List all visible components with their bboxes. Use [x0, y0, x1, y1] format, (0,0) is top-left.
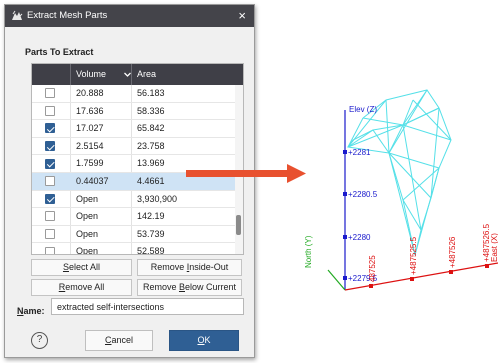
extract-mesh-parts-dialog: Extract Mesh Parts × Parts To Extract Vo…: [4, 4, 255, 358]
east-tick-mark: [449, 270, 453, 274]
east-tick-mark: [410, 277, 414, 281]
area-cell: 13.969: [137, 158, 165, 169]
east-tick-label: 487525: [368, 255, 377, 282]
elevation-axis-label: Elev (Z): [349, 105, 377, 114]
east-tick-label: +487525.5: [409, 236, 418, 275]
north-axis-label: North (Y): [304, 235, 313, 268]
area-column-header[interactable]: Area: [137, 64, 156, 85]
elev-tick-label: +2280.5: [348, 190, 378, 199]
table-row[interactable]: 17.636 58.336: [32, 103, 235, 121]
table-row[interactable]: 1.7599 13.969: [32, 155, 235, 173]
table-row[interactable]: 0.44037 4.4661: [32, 172, 235, 191]
header-separator: [70, 64, 71, 85]
name-input[interactable]: [51, 298, 244, 315]
area-cell: 53.739: [137, 228, 165, 239]
parts-to-extract-label: Parts To Extract: [25, 47, 94, 57]
table-scrollbar[interactable]: [235, 85, 243, 254]
table-rows: 20.888 56.183 17.636 58.336 17.027 65.842 2.51…: [32, 85, 235, 255]
table-row[interactable]: 20.888 56.183: [32, 85, 235, 103]
elev-tick-label: +2280: [348, 233, 371, 242]
table-row[interactable]: Open 142.19: [32, 208, 235, 226]
help-icon[interactable]: ?: [31, 332, 48, 349]
east-tick-mark: [369, 284, 373, 288]
table-row[interactable]: Open 52.589: [32, 243, 235, 255]
ok-button[interactable]: OK: [169, 330, 239, 351]
select-all-button[interactable]: Select All: [31, 259, 132, 276]
close-icon[interactable]: ×: [238, 8, 246, 23]
table-header: Volume Area: [32, 64, 243, 85]
north-axis: [327, 269, 346, 291]
volume-cell: 17.027: [76, 123, 104, 134]
area-cell: 4.4661: [137, 175, 165, 186]
area-cell: 56.183: [137, 88, 165, 98]
table-row[interactable]: Open 53.739: [32, 226, 235, 244]
remove-inside-out-button[interactable]: Remove Inside-Out: [137, 259, 242, 276]
elev-tick-mark: [343, 150, 347, 154]
volume-cell: 0.44037: [76, 175, 109, 186]
volume-cell: Open: [76, 211, 99, 222]
area-cell: 3,930,900: [137, 193, 178, 204]
elev-tick-mark: [343, 276, 347, 280]
volume-cell: Open: [76, 228, 99, 239]
parts-table: Volume Area 20.888 56.183 17.636 58.336 17.0…: [31, 63, 244, 255]
volume-cell: 1.7599: [76, 158, 104, 169]
area-cell: 52.589: [137, 246, 165, 255]
volume-cell: 20.888: [76, 88, 104, 98]
table-row[interactable]: 17.027 65.842: [32, 120, 235, 138]
volume-cell: Open: [76, 246, 99, 255]
row-checkbox[interactable]: [45, 88, 55, 99]
elev-tick-mark: [343, 235, 347, 239]
table-row[interactable]: Open 3,930,900: [32, 191, 235, 209]
remove-below-current-button[interactable]: Remove Below Current: [137, 279, 242, 296]
row-checkbox[interactable]: [45, 211, 55, 222]
row-checkbox[interactable]: [45, 176, 55, 187]
volume-column-header[interactable]: Volume: [76, 64, 106, 85]
area-cell: 23.758: [137, 140, 165, 151]
area-cell: 58.336: [137, 105, 165, 116]
scene-canvas: Elev (Z) +2281 +2280.5 +2280 +2279.5 Nor…: [304, 89, 498, 291]
row-checkbox[interactable]: [45, 193, 55, 204]
volume-cell: 2.5154: [76, 140, 104, 151]
app-icon: [12, 10, 23, 20]
elev-tick-mark: [343, 192, 347, 196]
row-checkbox[interactable]: [45, 105, 55, 116]
row-checkbox[interactable]: [45, 123, 55, 134]
area-cell: 65.842: [137, 123, 165, 134]
row-checkbox[interactable]: [45, 246, 55, 254]
volume-cell: 17.636: [76, 105, 104, 116]
header-separator: [131, 64, 132, 85]
elev-tick-label: +2281: [348, 148, 371, 157]
area-cell: 142.19: [137, 211, 165, 222]
row-checkbox[interactable]: [45, 158, 55, 169]
east-axis-label: East (X): [490, 233, 498, 262]
row-checkbox[interactable]: [45, 141, 55, 152]
scrollbar-thumb[interactable]: [236, 215, 241, 235]
mesh-wireframe: [347, 89, 452, 256]
east-tick-mark: [485, 264, 489, 268]
volume-cell: Open: [76, 193, 99, 204]
title-bar: Extract Mesh Parts ×: [5, 5, 254, 27]
cancel-button[interactable]: Cancel: [85, 330, 153, 351]
remove-all-button[interactable]: Remove All: [31, 279, 132, 296]
name-label: Name:: [17, 306, 45, 316]
row-checkbox[interactable]: [45, 229, 55, 240]
table-row[interactable]: 2.5154 23.758: [32, 138, 235, 156]
east-tick-label: +487526: [448, 236, 457, 268]
dialog-title: Extract Mesh Parts: [27, 10, 108, 21]
3d-scene-view[interactable]: Elev (Z) +2281 +2280.5 +2280 +2279.5 Nor…: [253, 0, 498, 361]
